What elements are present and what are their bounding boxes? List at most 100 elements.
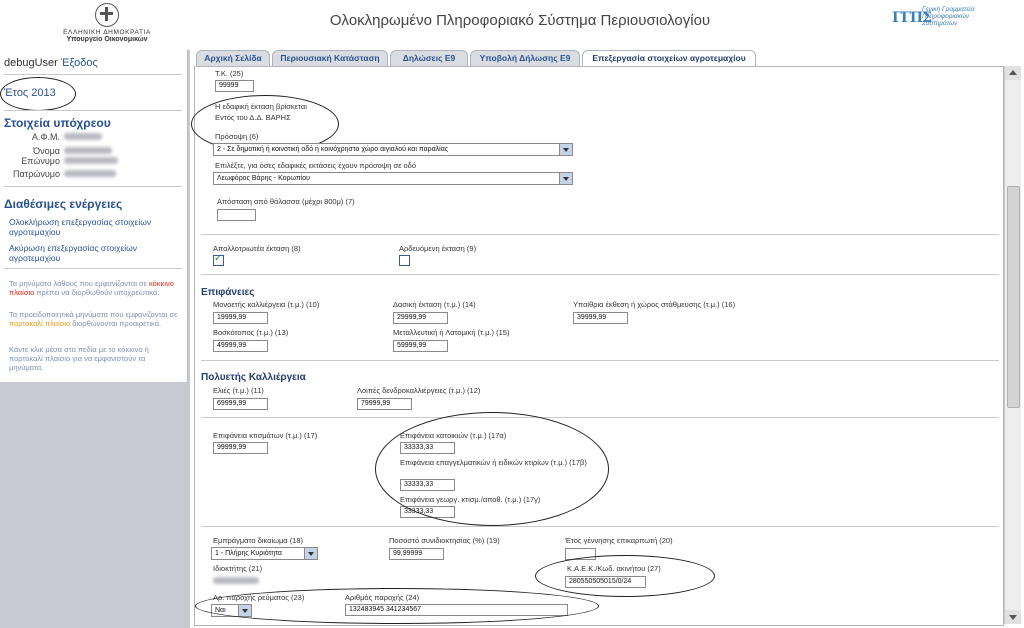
highlight-circle [535,555,715,597]
tk-label: Τ.Κ. (25) [215,69,244,78]
warning-note-text: Τα προειδοποιητικά μηνύματα που εμφανίζο… [9,310,178,319]
road-label: Επιλέξτε, για όσες εδαφικές εκτάσεις έχο… [215,161,417,170]
divider [201,360,999,361]
cancel-edit-link[interactable]: Ακύρωση επεξεργασίας στοιχείων αγροτεμαχ… [9,243,179,263]
mine-label: Μεταλλευτική ή Λατομική (τ.μ.) (15) [393,328,510,337]
percent-input[interactable]: 99,99999 [389,548,444,560]
perennial-heading: Πολυετής Καλλιέργεια [201,372,306,383]
gsis-logo: ΓΓΠΣ Γενική Γραμματεία Πληροφοριακών Συσ… [892,6,992,40]
afm-label: Α.Φ.Μ. [31,132,60,142]
trees-label: Λοιπές δενδροκαλλιέργειες (τ.μ.) (12) [357,386,481,395]
sidebar: debugUser Έξοδος Έτος 2013 Στοιχεία υπόχ… [0,50,190,628]
buildings-label: Επιφάνεια κτισμάτων (τ.μ.) (17) [213,431,318,440]
surname-label: Επώνυμο [21,156,60,166]
tab-edit-parcel[interactable]: Επεξεργασία στοιχείων αγροτεμαχίου [582,50,756,67]
owner-value-redacted [213,577,259,584]
warning-note-tail: διορθώνονται προαιρετικά. [70,319,162,328]
forest-input[interactable]: 29999,99 [393,312,448,324]
form-panel: Τ.Κ. (25) 99999 Η εδαφική έκταση βρίσκετ… [191,66,1004,626]
mine-input[interactable]: 59999,99 [393,340,448,352]
page-title: Ολοκληρωμένο Πληροφοριακό Σύστημα Περιου… [329,12,711,29]
forest-label: Δασική έκταση (τ.μ.) (14) [393,300,476,309]
sea-distance-input[interactable] [217,209,256,221]
tab-submit-e9[interactable]: Υποβολή Δήλωσης Ε9 [470,50,580,67]
chevron-down-icon[interactable] [304,548,317,559]
error-note: Τα μηνύματα λάθους που εμφανίζονται σε κ… [9,279,181,297]
expropriated-label: Απαλλοτριωτέα έκταση (8) [213,244,301,253]
tab-bar: Αρχική Σελίδα Περιουσιακή Κατάσταση Δηλώ… [190,46,1024,67]
gov-line1: ΕΛΛΗΝΙΚΗ ΔΗΜΟΚΡΑΤΙΑ [63,29,151,36]
trees-input[interactable]: 79999,99 [357,398,412,410]
scroll-thumb[interactable] [1007,186,1020,408]
afm-value-redacted [64,133,102,140]
birth-year-label: Έτος γέννησης επικαρπωτή (20) [565,536,673,545]
tk-input[interactable]: 99999 [215,80,254,92]
gsis-text: Γενική Γραμματεία Πληροφοριακών Συστημάτ… [922,6,975,27]
tab-e9-declarations[interactable]: Δηλώσεις Ε9 [390,50,468,67]
annual-crop-label: Μονοετής καλλιέργεια (τ.μ.) (10) [213,300,320,309]
pasture-label: Βοσκότοπος (τ.μ.) (13) [213,328,289,337]
outdoor-input[interactable]: 39999,99 [573,312,628,324]
divider [4,110,182,111]
complete-edit-link[interactable]: Ολοκλήρωση επεξεργασίας στοιχείων αγροτε… [9,217,179,237]
logout-link[interactable]: Έξοδος [61,57,98,69]
outdoor-label: Υπαίθρια έκθεση ή χώρος στάθμευσης (τ.μ.… [573,300,736,309]
percent-label: Ποσοστό συνιδιοκτησίας (%) (19) [389,536,500,545]
scroll-down-icon[interactable] [1005,610,1021,624]
error-note-tail: πρέπει να διορθωθούν υποχρεωτικά. [34,288,160,297]
pasture-input[interactable]: 49999,99 [213,340,268,352]
sidebar-panel: debugUser Έξοδος Έτος 2013 Στοιχεία υπόχ… [0,50,188,382]
divider [201,274,999,275]
divider [4,74,182,75]
olive-input[interactable]: 69999,99 [213,398,268,410]
expropriated-checkbox[interactable] [213,253,224,266]
irrigated-checkbox[interactable] [399,255,410,266]
divider [201,234,999,235]
error-note-text: Τα μηνύματα λάθους που εμφανίζονται σε [9,279,149,288]
app-header: ΕΛΛΗΝΙΚΗ ΔΗΜΟΚΡΑΤΙΑ Υπουργείο Οικονομικώ… [0,0,1024,46]
frontage-label: Πρόσοψη (6) [215,132,259,141]
right-select[interactable]: 1 - Πλήρης Κυριότητα [211,547,318,560]
name-label: Όνομα [33,146,60,156]
buildings-input[interactable]: 99999,99 [213,442,268,454]
tab-home[interactable]: Αρχική Σελίδα [196,50,270,67]
government-logo: ΕΛΛΗΝΙΚΗ ΔΗΜΟΚΡΑΤΙΑ Υπουργείο Οικονομικώ… [52,3,162,45]
road-select-value: Λεωφόρος Βάρης - Κορωπίου [217,175,311,182]
orange-frame-text: πορτοκαλί πλαίσιο [9,319,71,328]
gsis-mark: ΓΓΠΣ [892,10,932,26]
tab-asset-status[interactable]: Περιουσιακή Κατάσταση [272,50,388,67]
fathername-value-redacted [64,170,116,177]
chevron-down-icon[interactable] [559,144,572,155]
divider [4,268,182,269]
greek-emblem-icon [95,3,119,27]
user-row: debugUser Έξοδος [4,57,98,69]
divider [201,526,999,527]
highlight-circle [195,588,599,624]
right-select-value: 1 - Πλήρης Κυριότητα [215,550,282,557]
divider [201,417,999,418]
highlight-circle [375,412,609,526]
username: debugUser [4,57,58,69]
click-note: Κάντε κλικ μέσα στα πεδία με το κόκκινο … [9,345,149,372]
name-value-redacted [64,147,112,154]
surname-value-redacted [64,157,118,164]
owner-label: Ιδιοκτήτης (21) [213,564,263,573]
taxpayer-section-title: Στοιχεία υπόχρεου [4,116,111,130]
road-select[interactable]: Λεωφόρος Βάρης - Κορωπίου [213,172,573,185]
olive-label: Ελιές (τ.μ.) (11) [213,386,264,395]
vertical-scrollbar[interactable] [1004,66,1021,624]
highlight-circle [0,77,76,111]
warning-note: Τα προειδοποιητικά μηνύματα που εμφανίζο… [9,310,181,328]
gov-line2: Υπουργείο Οικονομικών [66,36,148,43]
chevron-down-icon[interactable] [559,173,572,184]
right-label: Εμπράγματο δικαίωμα (18) [213,536,304,545]
divider [4,186,182,187]
areas-heading: Επιφάνειες [201,287,255,298]
irrigated-label: Αρδευόμενη έκταση (9) [399,244,477,253]
scroll-up-icon[interactable] [1005,66,1021,80]
annual-crop-input[interactable]: 19999,99 [213,312,268,324]
frontage-select-value: 2 - Σε δημοτική ή κοινοτική οδό ή κοινόχ… [217,146,449,153]
sea-distance-label: Απόσταση από θάλασσα (μέχρι 800μ) (7) [217,197,355,206]
frontage-select[interactable]: 2 - Σε δημοτική ή κοινοτική οδό ή κοινόχ… [213,143,573,156]
actions-section-title: Διαθέσιμες ενέργειες [4,197,123,211]
